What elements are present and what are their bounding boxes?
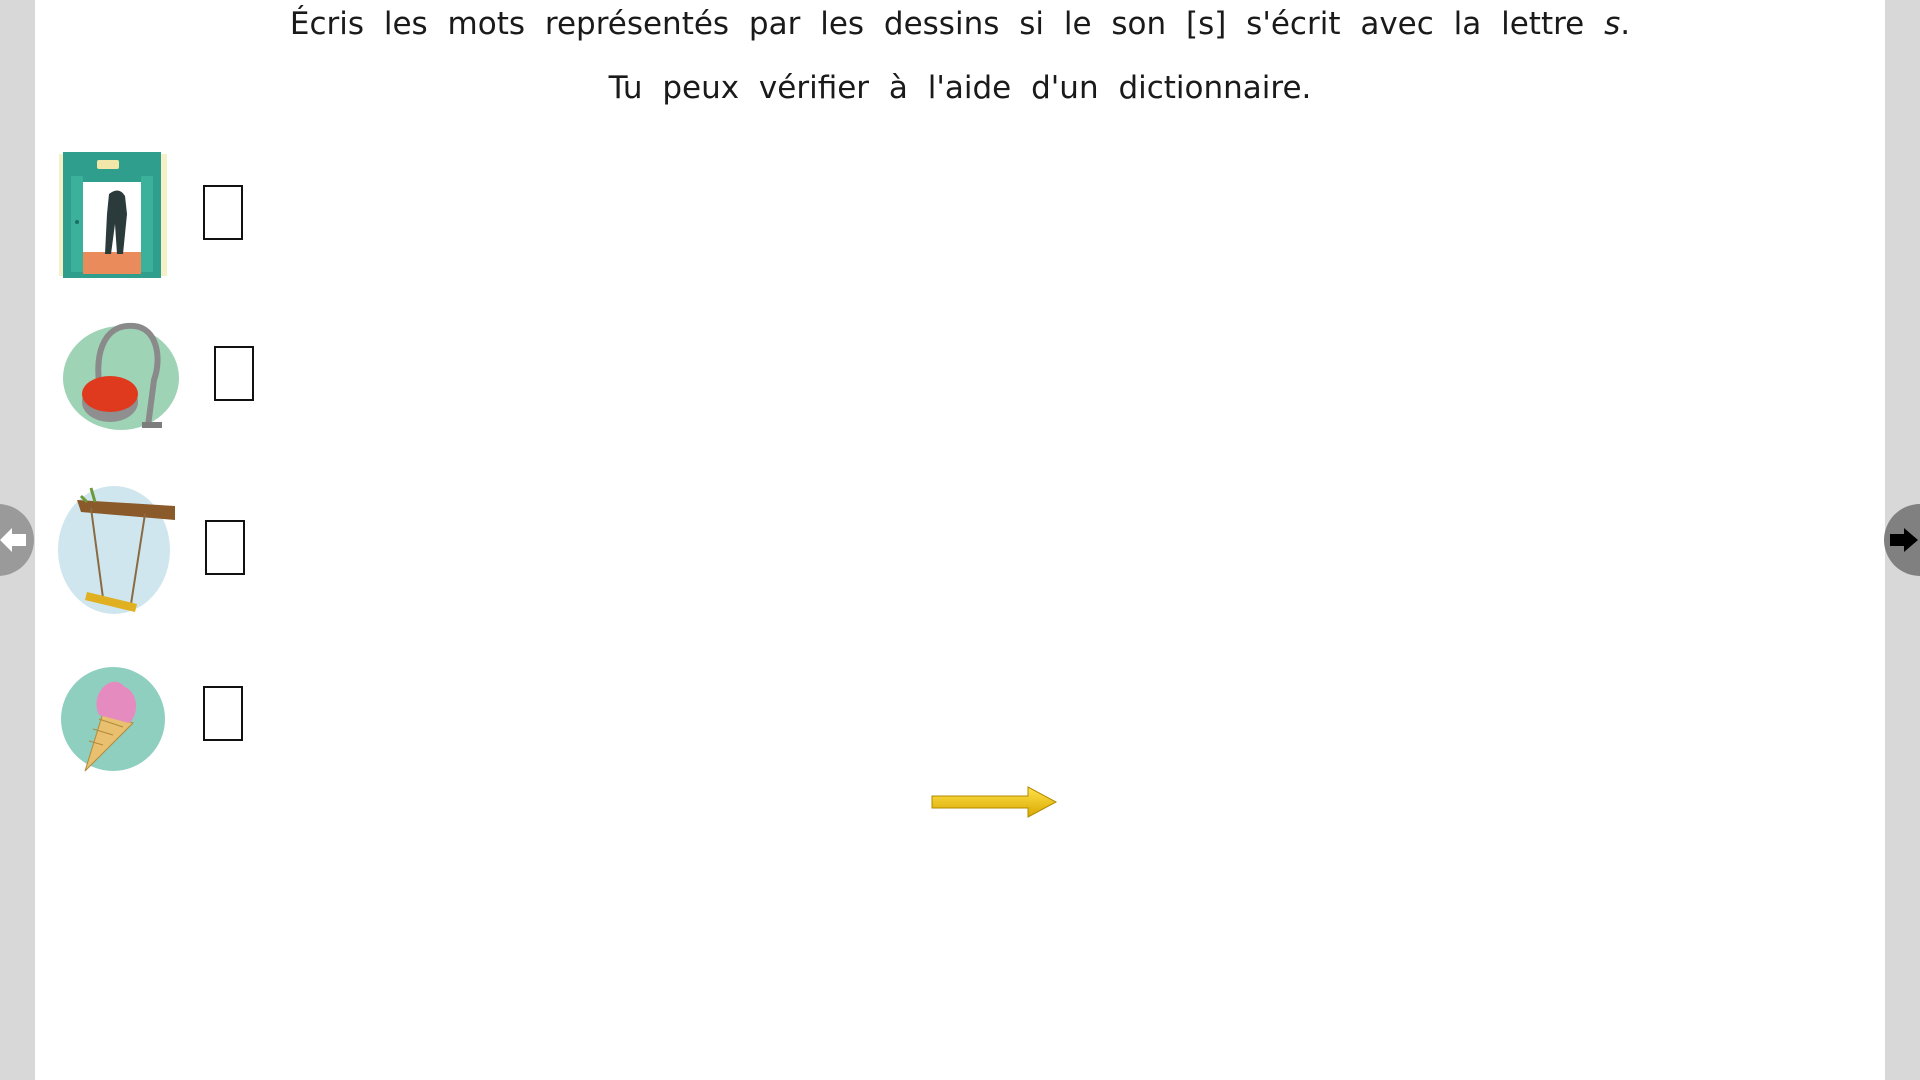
ice-cream-icon xyxy=(59,665,167,773)
answer-input-ice-cream[interactable] xyxy=(203,686,243,741)
exercise-page: Écris les mots représentés par les dessi… xyxy=(35,0,1885,1080)
instruction-line-2: Tu peux vérifier à l'aide d'un dictionna… xyxy=(608,70,1312,106)
instruction-text: Écris les mots représentés par les dessi… xyxy=(289,6,1605,42)
answer-input-swing[interactable] xyxy=(205,520,245,575)
vacuum-cleaner-icon xyxy=(62,318,180,430)
yellow-arrow-icon[interactable] xyxy=(930,785,1058,823)
instruction-line-1: Écris les mots représentés par les dessi… xyxy=(35,6,1885,42)
arrow-right-icon xyxy=(1890,528,1918,552)
instruction-punctuation: . xyxy=(1620,6,1631,42)
arrow-left-icon xyxy=(0,528,26,552)
instruction-letter: s xyxy=(1604,6,1621,42)
answer-input-vacuum-cleaner[interactable] xyxy=(214,346,254,401)
answer-input-elevator[interactable] xyxy=(203,185,243,240)
swing-icon xyxy=(57,478,175,616)
next-page-button[interactable] xyxy=(1884,504,1920,576)
previous-page-button[interactable] xyxy=(0,504,34,576)
elevator-icon xyxy=(59,152,167,278)
